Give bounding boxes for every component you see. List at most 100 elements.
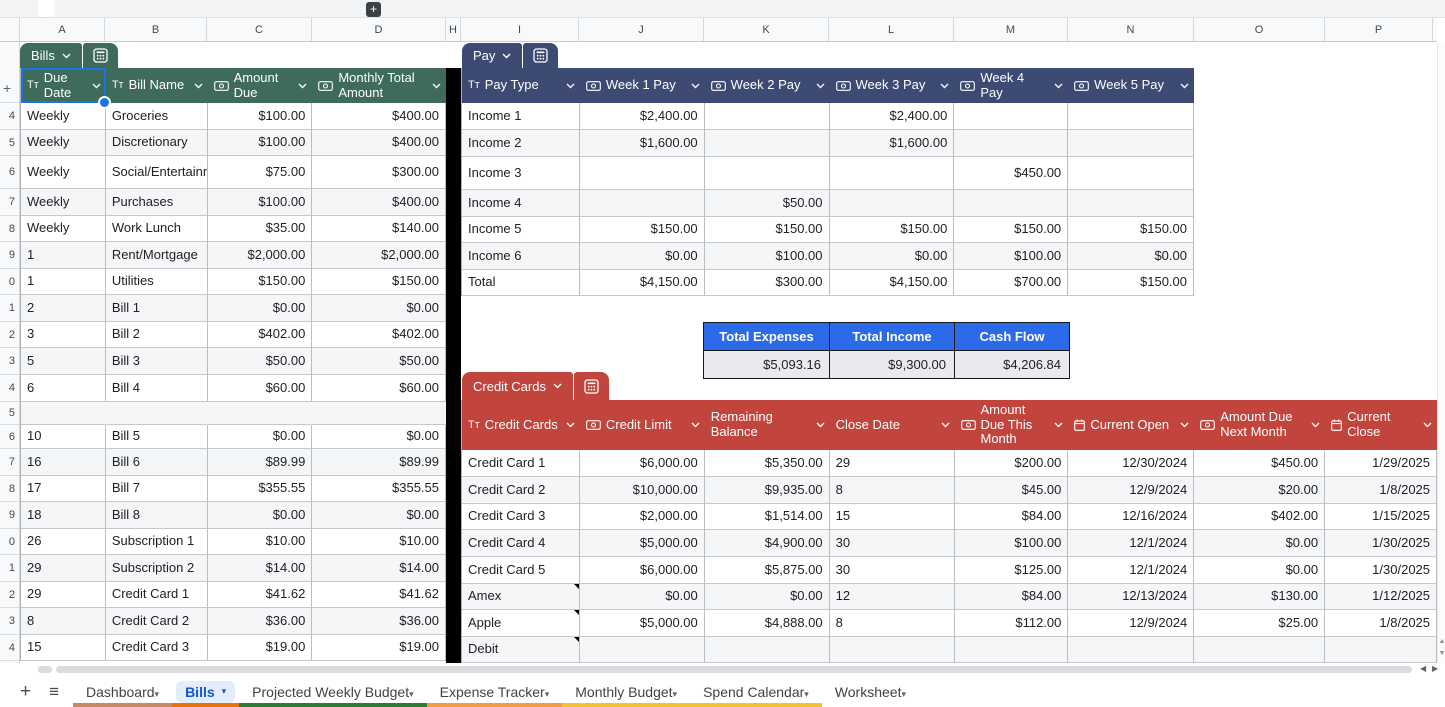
cell[interactable] [106, 402, 208, 425]
sheet-tab-projected-weekly-budget[interactable]: Projected Weekly Budget▾ [239, 676, 426, 707]
row-header[interactable]: 7 [0, 189, 19, 216]
cell[interactable]: Apple [462, 610, 580, 637]
cell[interactable] [954, 130, 1068, 157]
cell[interactable]: Debit [462, 637, 580, 663]
column-header-amount-due[interactable]: Amount Due [208, 68, 313, 103]
cell[interactable]: $4,150.00 [580, 270, 705, 296]
cell[interactable]: Income 2 [462, 130, 580, 157]
cell[interactable] [1068, 190, 1194, 217]
cell[interactable]: Income 3 [462, 157, 580, 190]
cell[interactable]: Utilities [106, 269, 208, 295]
cell[interactable]: $19.00 [312, 635, 446, 661]
row-header[interactable]: 4 [0, 375, 19, 402]
column-header-week-3-pay[interactable]: Week 3 Pay [830, 68, 955, 103]
vertical-scrollbar[interactable]: ▲ ▼ [1437, 43, 1445, 663]
cell[interactable]: $0.00 [208, 295, 313, 322]
column-header-remaining-balance[interactable]: Remaining Balance [705, 400, 830, 450]
cell[interactable] [955, 637, 1069, 663]
cell[interactable]: $112.00 [955, 610, 1069, 637]
cell[interactable]: $0.00 [705, 584, 830, 610]
cell[interactable] [830, 190, 955, 217]
cell[interactable]: $50.00 [312, 348, 446, 375]
cell[interactable]: $150.00 [954, 217, 1068, 243]
row-header[interactable]: 1 [0, 295, 19, 322]
cell[interactable]: $150.00 [208, 269, 313, 295]
bills-table-options-button[interactable] [83, 43, 118, 68]
cell[interactable]: $400.00 [312, 189, 446, 216]
cell[interactable]: $450.00 [954, 157, 1068, 190]
cell[interactable]: 1/8/2025 [1325, 477, 1437, 504]
cell[interactable]: 1/29/2025 [1325, 450, 1437, 477]
cell[interactable]: $100.00 [208, 189, 313, 216]
cell[interactable]: Amex [462, 584, 580, 610]
cell[interactable]: 15 [830, 504, 955, 530]
credit-cards-table-menu[interactable]: Credit Cards [462, 372, 573, 400]
column-header-o[interactable]: O [1194, 18, 1325, 41]
cell[interactable] [705, 157, 830, 190]
column-header-pay-type[interactable]: TтPay Type [462, 68, 580, 103]
cell[interactable] [705, 130, 830, 157]
cell[interactable]: Weekly [21, 103, 106, 130]
cell[interactable]: 1/30/2025 [1325, 557, 1437, 584]
cell[interactable]: $0.00 [208, 425, 313, 449]
cell[interactable]: $150.00 [312, 269, 446, 295]
cell[interactable]: $5,350.00 [705, 450, 830, 477]
cell[interactable]: $0.00 [312, 502, 446, 529]
column-header-amount-due-this-month[interactable]: Amount Due This Month [955, 400, 1069, 450]
cell[interactable]: Income 1 [462, 103, 580, 130]
cell[interactable]: 16 [21, 449, 106, 476]
cell[interactable]: 12/16/2024 [1068, 504, 1194, 530]
cell[interactable]: 12/13/2024 [1068, 584, 1194, 610]
cell[interactable]: $75.00 [208, 156, 313, 189]
summary-header-cash-flow[interactable]: Cash Flow [955, 323, 1069, 351]
column-header-j[interactable]: J [579, 18, 704, 41]
cell[interactable]: 18 [21, 502, 106, 529]
cell[interactable]: $0.00 [830, 243, 955, 270]
cell[interactable]: $150.00 [830, 217, 955, 243]
cell[interactable]: $36.00 [208, 608, 313, 635]
cell[interactable]: 12 [830, 584, 955, 610]
cell[interactable]: 1/8/2025 [1325, 610, 1437, 637]
sheet-tab-worksheet[interactable]: Worksheet▾ [822, 676, 919, 707]
cell[interactable]: Weekly [21, 189, 106, 216]
cell[interactable]: 12/30/2024 [1068, 450, 1194, 477]
row-header[interactable]: 0 [0, 529, 19, 555]
cell[interactable]: $150.00 [705, 217, 830, 243]
cell[interactable]: $0.00 [580, 584, 705, 610]
cell[interactable]: $60.00 [208, 375, 313, 402]
cell[interactable]: Work Lunch [106, 216, 208, 242]
cell[interactable]: $84.00 [955, 504, 1069, 530]
cell[interactable]: $0.00 [1194, 530, 1325, 557]
cell[interactable]: $402.00 [312, 322, 446, 348]
cell[interactable]: $2,400.00 [580, 103, 705, 130]
cell[interactable]: 1/12/2025 [1325, 584, 1437, 610]
cell[interactable]: $60.00 [312, 375, 446, 402]
cell[interactable]: $89.99 [208, 449, 313, 476]
row-header[interactable]: 2 [0, 582, 19, 608]
sheet-tab-bills[interactable]: Bills▾ [172, 676, 239, 707]
cell[interactable]: $14.00 [312, 555, 446, 582]
cell[interactable]: Credit Card 4 [462, 530, 580, 557]
cell[interactable]: Bill 1 [106, 295, 208, 322]
cell[interactable]: 1 [21, 269, 106, 295]
cell[interactable] [580, 637, 705, 663]
column-header-c[interactable]: C [207, 18, 312, 41]
cell[interactable]: Income 6 [462, 243, 580, 270]
pay-table-menu[interactable]: Pay [462, 43, 522, 68]
cell[interactable] [954, 190, 1068, 217]
scroll-down-icon[interactable]: ▼ [1438, 649, 1445, 659]
row-header[interactable]: 9 [0, 502, 19, 529]
sheet-tab-dashboard[interactable]: Dashboard▾ [73, 676, 172, 707]
column-header-week-5-pay[interactable]: Week 5 Pay [1068, 68, 1194, 103]
cell[interactable]: Credit Card 1 [462, 450, 580, 477]
row-header[interactable]: 5 [0, 130, 19, 156]
scroll-up-icon[interactable]: ▲ [1438, 637, 1445, 647]
cell[interactable]: $100.00 [955, 530, 1069, 557]
cell[interactable]: $1,514.00 [705, 504, 830, 530]
cell[interactable]: 1 [21, 242, 106, 269]
column-header-credit-limit[interactable]: Credit Limit [580, 400, 705, 450]
cell[interactable]: 2 [21, 295, 106, 322]
cell[interactable]: $45.00 [955, 477, 1069, 504]
cell[interactable]: $0.00 [580, 243, 705, 270]
cell[interactable] [1325, 637, 1437, 663]
